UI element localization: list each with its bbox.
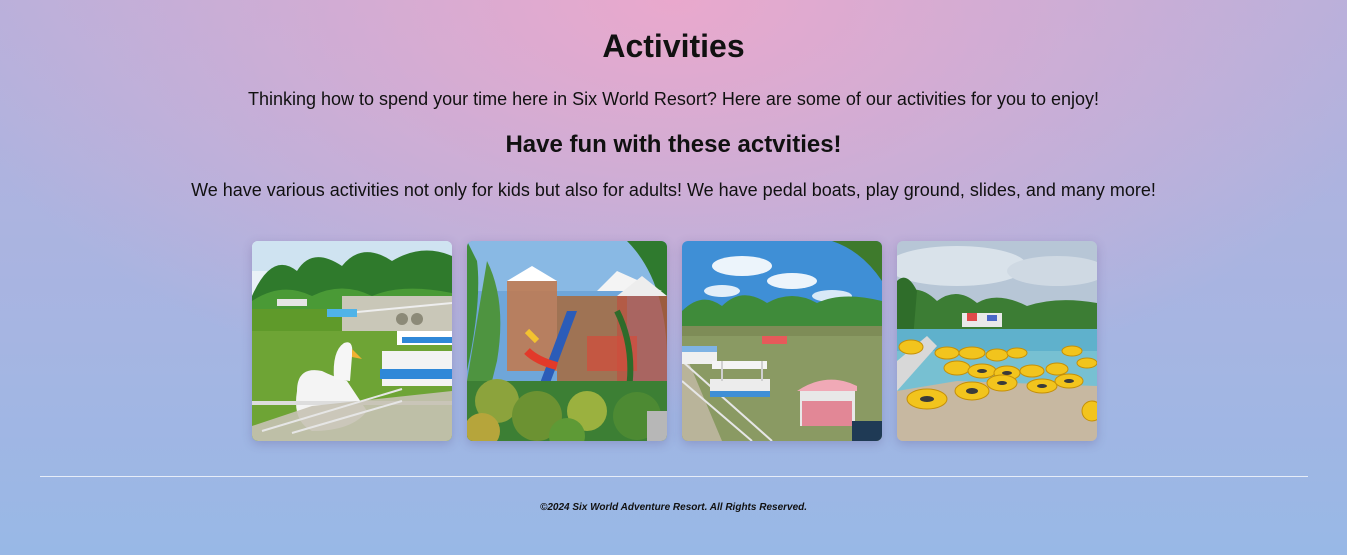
pedal-boats-river-photo[interactable] [682,241,882,441]
description-text: We have various activities not only for … [191,180,1156,200]
page-title: Activities [602,28,745,64]
swan-pedal-boats-photo[interactable] [252,241,452,441]
playground-photo[interactable] [467,241,667,441]
footer-divider [40,476,1308,477]
activities-gallery [252,241,1097,441]
intro-text: Thinking how to spend your time here in … [247,89,1100,109]
footer: ©2024 Six World Adventure Resort. All Ri… [0,502,1347,513]
pool-inner-tubes-photo[interactable] [897,241,1097,441]
activities-section: Activities Thinking how to spend your ti… [0,0,1347,201]
copyright-text: ©2024 Six World Adventure Resort. All Ri… [539,502,808,513]
section-subtitle: Have fun with these actvities! [505,131,842,158]
